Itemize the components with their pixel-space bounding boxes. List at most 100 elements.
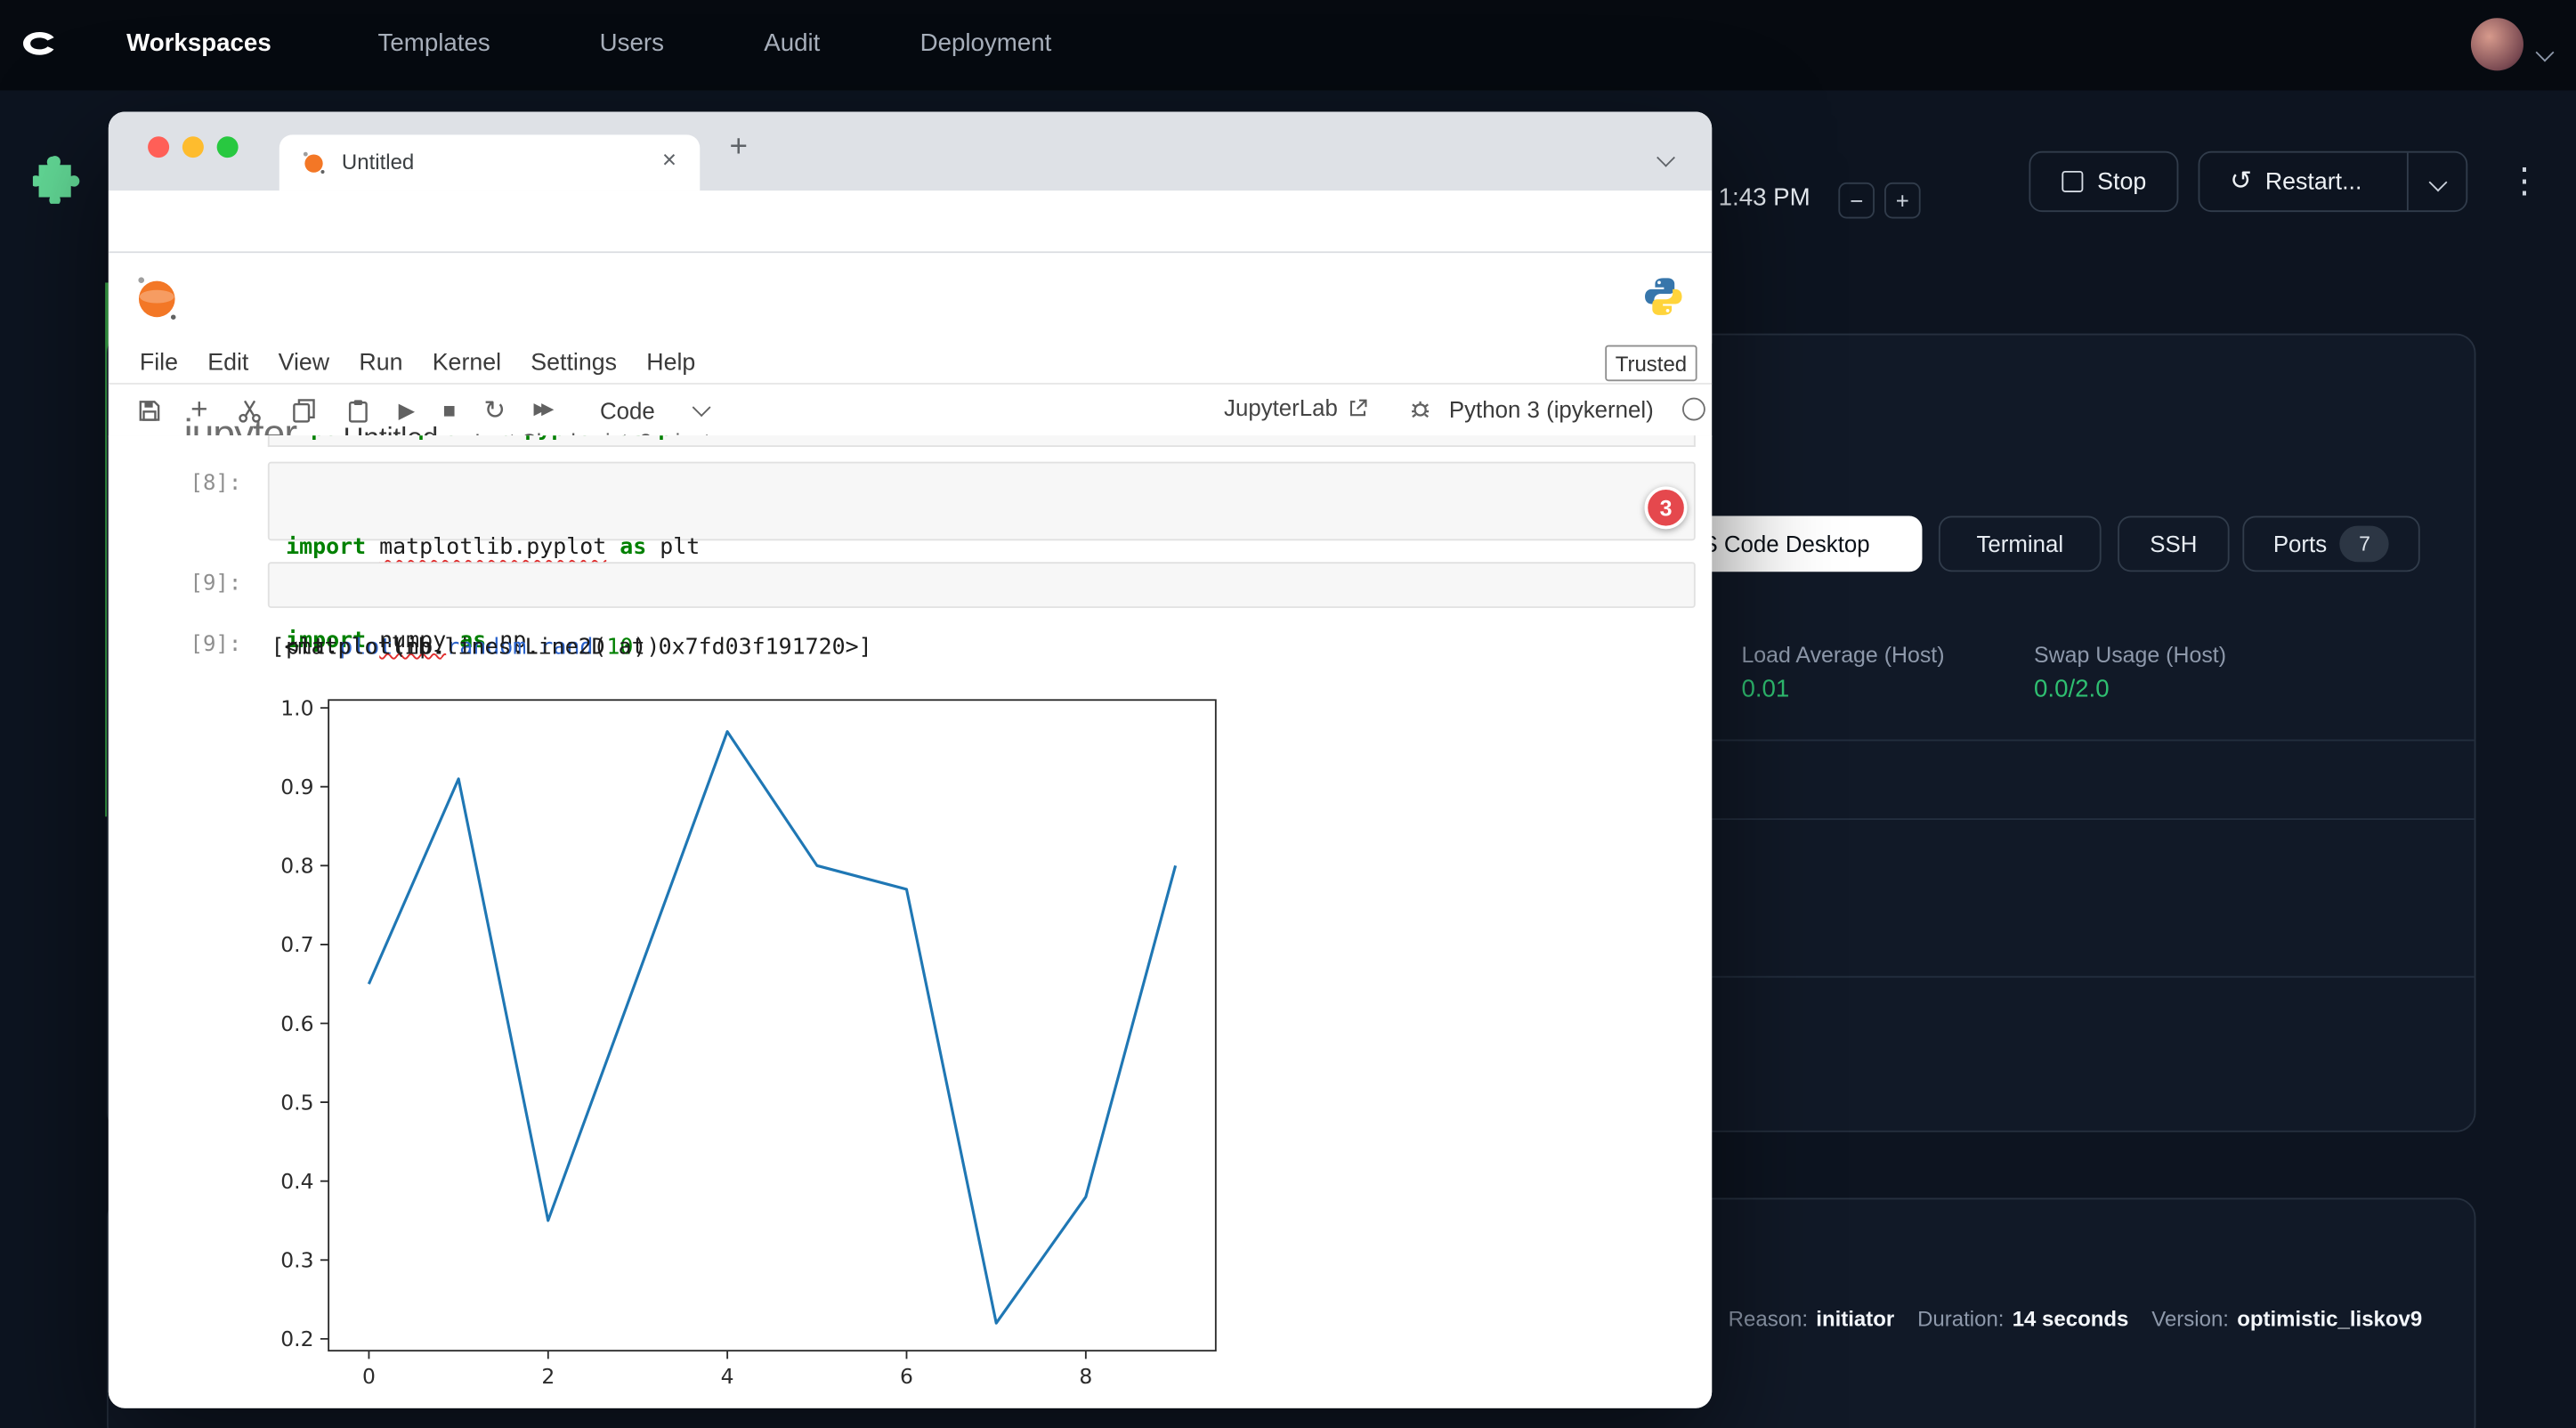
svg-text:0.4: 0.4: [280, 1169, 313, 1194]
browser-window: Untitled × + ← → ↻ 5555--main--test--mat…: [109, 112, 1712, 1408]
load-average-label: Load Average (Host): [1741, 643, 1944, 668]
svg-text:1.0: 1.0: [280, 695, 313, 720]
svg-text:0.9: 0.9: [280, 775, 313, 799]
maximize-window-button[interactable]: [217, 136, 239, 158]
svg-text:0.5: 0.5: [280, 1090, 313, 1115]
top-nav: Workspaces Templates Users Audit Deploym…: [0, 0, 2576, 91]
reason-value: initiator: [1816, 1306, 1894, 1331]
tab-title: Untitled: [342, 150, 414, 174]
close-window-button[interactable]: [148, 136, 169, 158]
minimize-window-button[interactable]: [182, 136, 204, 158]
ports-button[interactable]: Ports 7: [2242, 516, 2419, 572]
terminal-button[interactable]: Terminal: [1939, 516, 2102, 572]
menu-file[interactable]: File: [140, 350, 178, 377]
swap-usage-value: 0.0/2.0: [2034, 676, 2110, 703]
svg-text:0.3: 0.3: [280, 1248, 313, 1273]
add-cell-icon[interactable]: +: [190, 393, 207, 427]
restart-kernel-icon[interactable]: ↻: [483, 394, 506, 426]
cell-type-dropdown[interactable]: Code: [600, 397, 708, 424]
ports-count-badge: 7: [2340, 526, 2389, 563]
build-info-row: Reason: initiator Duration: 14 seconds V…: [1729, 1306, 2423, 1331]
jupyter-favicon-icon: [301, 150, 328, 184]
svg-text:2: 2: [541, 1364, 555, 1389]
restart-icon: ↺: [2230, 168, 2252, 195]
svg-text:0.2: 0.2: [280, 1327, 313, 1351]
clock-text: 1:43 PM: [1719, 184, 1810, 212]
browser-tab-strip: Untitled × +: [109, 112, 1712, 191]
clipped-cell-above[interactable]: import matplotlib.pyplot as plt: [268, 435, 1696, 447]
svg-text:0.8: 0.8: [280, 854, 313, 879]
restart-run-all-icon[interactable]: ▶▶: [533, 401, 548, 418]
jupyter-logo-icon: [134, 274, 179, 330]
swap-usage-label: Swap Usage (Host): [2034, 643, 2226, 668]
output-text: [<matplotlib.lines.Line2D at 0x7fd03f191…: [271, 633, 872, 664]
coder-logo-icon[interactable]: [13, 20, 62, 77]
debugger-icon[interactable]: [1408, 396, 1433, 429]
python-logo-icon: [1641, 274, 1686, 327]
code-cell-input[interactable]: plt.plot(np.random.rand(10)): [268, 562, 1696, 608]
extension-puzzle-icon[interactable]: [33, 151, 85, 212]
external-link-icon: [1348, 397, 1369, 418]
run-cell-icon[interactable]: ▶: [399, 397, 415, 424]
line-chart: 0.2 0.3 0.4 0.5 0.6 0.7 0.8 0.9 1.0 0 2 4 6 8: [247, 687, 1265, 1408]
stop-workspace-button[interactable]: Stop: [2029, 151, 2178, 212]
workspace-kebab-menu[interactable]: ⋮: [2507, 161, 2542, 202]
load-average-value: 0.01: [1741, 676, 1789, 703]
svg-text:0.6: 0.6: [280, 1011, 313, 1036]
menu-view[interactable]: View: [279, 350, 330, 377]
save-icon[interactable]: [136, 397, 163, 424]
nav-item-workspaces[interactable]: Workspaces: [126, 29, 271, 57]
svg-text:0.7: 0.7: [280, 932, 313, 957]
new-tab-button[interactable]: +: [729, 130, 748, 166]
matplotlib-figure: 0.2 0.3 0.4 0.5 0.6 0.7 0.8 0.9 1.0 0 2 4 6 8: [247, 687, 1265, 1408]
version-label: Version:: [2151, 1306, 2229, 1331]
browser-tab[interactable]: Untitled ×: [279, 134, 700, 191]
code-cell-input[interactable]: import matplotlib.pyplot as plt import n…: [268, 462, 1696, 541]
jupyter-header: jupyter Untitled Last Checkpoint: 3 minu…: [109, 253, 1712, 344]
open-jupyterlab-link[interactable]: JupyterLab: [1224, 394, 1369, 421]
nav-item-audit[interactable]: Audit: [764, 29, 820, 57]
zoom-out-button[interactable]: −: [1838, 183, 1875, 219]
close-tab-icon[interactable]: ×: [662, 146, 676, 174]
cut-cell-icon[interactable]: [236, 397, 263, 424]
stage: Workspaces Templates Users Audit Deploym…: [0, 0, 2576, 1428]
kernel-status-icon: [1682, 398, 1705, 421]
svg-text:4: 4: [721, 1364, 734, 1389]
browser-toolbar: ← → ↻ 5555--main--test--matifali.atif.cd…: [109, 191, 1712, 253]
svg-text:8: 8: [1079, 1364, 1092, 1389]
cell-prompt: [8]:: [159, 472, 241, 497]
notebook-content: import matplotlib.pyplot as plt [8]: imp…: [109, 435, 1712, 1408]
zoom-in-button[interactable]: +: [1884, 183, 1921, 219]
nav-item-deployment[interactable]: Deployment: [920, 29, 1052, 57]
menu-edit[interactable]: Edit: [207, 350, 248, 377]
duration-value: 14 seconds: [2013, 1306, 2129, 1331]
interrupt-kernel-icon[interactable]: ■: [442, 398, 456, 423]
restart-workspace-button[interactable]: ↺ Restart...: [2199, 151, 2468, 212]
version-value: optimistic_liskov9: [2237, 1306, 2422, 1331]
tab-list-chevron-icon[interactable]: [1659, 143, 1673, 173]
trusted-button[interactable]: Trusted: [1605, 345, 1697, 382]
reason-label: Reason:: [1729, 1306, 1808, 1331]
svg-text:0: 0: [362, 1364, 376, 1389]
kernel-name[interactable]: Python 3 (ipykernel): [1449, 396, 1654, 423]
grammar-issues-badge[interactable]: 3: [1645, 486, 1688, 529]
user-avatar[interactable]: [2471, 18, 2523, 70]
menu-run[interactable]: Run: [359, 350, 402, 377]
menu-kernel[interactable]: Kernel: [433, 350, 501, 377]
paste-cell-icon[interactable]: [344, 397, 371, 424]
nav-item-users[interactable]: Users: [600, 29, 664, 57]
restart-options-chevron[interactable]: [2407, 153, 2466, 211]
nav-item-templates[interactable]: Templates: [378, 29, 490, 57]
jupyter-menu-bar: File Edit View Run Kernel Settings Help: [109, 344, 1712, 383]
svg-text:6: 6: [900, 1364, 913, 1389]
stop-icon: [2062, 171, 2083, 192]
menu-settings[interactable]: Settings: [531, 350, 617, 377]
screenshot-root: Workspaces Templates Users Audit Deploym…: [0, 0, 2576, 1428]
duration-label: Duration:: [1917, 1306, 2004, 1331]
ssh-button[interactable]: SSH: [2118, 516, 2230, 572]
cell-prompt: [9]:: [159, 572, 241, 596]
menu-help[interactable]: Help: [646, 350, 695, 377]
copy-cell-icon[interactable]: [290, 397, 317, 424]
user-menu-chevron-icon[interactable]: [2539, 37, 2552, 67]
output-prompt: [9]:: [159, 633, 241, 658]
